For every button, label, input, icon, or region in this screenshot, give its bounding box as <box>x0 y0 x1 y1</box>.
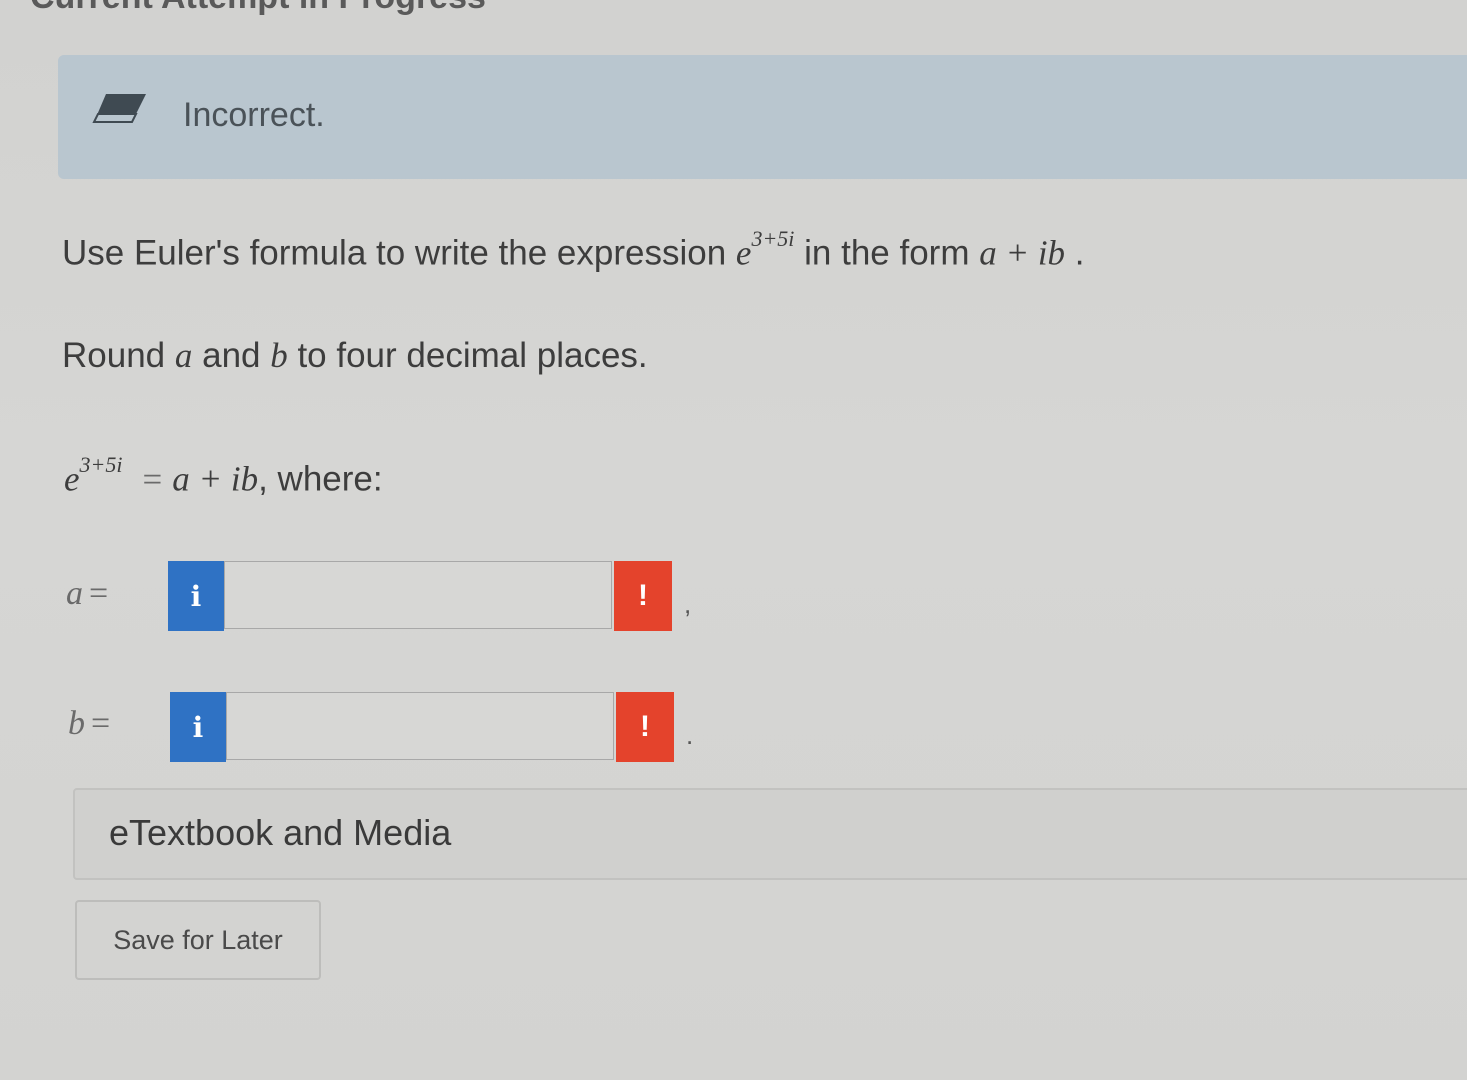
label-a: a = <box>66 574 108 613</box>
eraser-icon <box>92 94 146 123</box>
instruction-suffix: to four decimal places. <box>287 336 648 375</box>
question-form: a + ib <box>979 233 1066 273</box>
label-a-variable: a <box>66 575 83 612</box>
question-prefix: Use Euler's formula to write the express… <box>62 233 736 273</box>
equation-tail: , where: <box>258 459 383 499</box>
question-text: Use Euler's formula to write the express… <box>62 226 1085 274</box>
instruction-var-a: a <box>174 336 193 375</box>
etextbook-label: eTextbook and Media <box>109 812 452 853</box>
instruction-prefix: Round <box>62 336 175 375</box>
info-icon[interactable]: i <box>168 561 224 631</box>
alert-icon[interactable]: ! <box>614 561 672 631</box>
equation-rhs: a + ib <box>172 459 259 499</box>
label-b-equals: = <box>91 705 111 742</box>
label-b: b = <box>68 704 110 743</box>
equation-base: e <box>64 459 80 499</box>
equation-statement: e3+5i = a + ib, where: <box>64 452 383 500</box>
label-b-variable: b <box>68 705 85 742</box>
page-title: Current Attempt in Progress <box>30 0 486 17</box>
trailing-comma: , <box>684 589 692 619</box>
question-base: e <box>735 233 752 273</box>
question-suffix: . <box>1065 233 1085 273</box>
rounding-instruction: Round a and b to four decimal places. <box>62 336 648 376</box>
info-icon[interactable]: i <box>170 692 226 762</box>
save-for-later-button[interactable]: Save for Later <box>75 900 321 980</box>
etextbook-panel[interactable]: eTextbook and Media <box>73 788 1467 880</box>
equation-exponent: 3+5i <box>79 452 123 477</box>
label-a-equals: = <box>89 575 109 612</box>
instruction-var-b: b <box>270 336 288 375</box>
feedback-text: Incorrect. <box>183 96 325 134</box>
answer-row-a: i ! , <box>168 561 708 631</box>
instruction-and: and <box>192 336 271 375</box>
answer-input-a[interactable] <box>224 561 612 629</box>
question-middle: in the form <box>794 233 980 273</box>
equation-equals: = <box>142 459 163 499</box>
answer-input-b[interactable] <box>226 692 614 760</box>
alert-icon[interactable]: ! <box>616 692 674 762</box>
trailing-period: . <box>686 720 694 750</box>
question-exponent: 3+5i <box>751 226 795 251</box>
answer-row-b: i ! . <box>170 692 710 762</box>
assignment-page: Current Attempt in Progress Incorrect. U… <box>0 0 1467 1080</box>
